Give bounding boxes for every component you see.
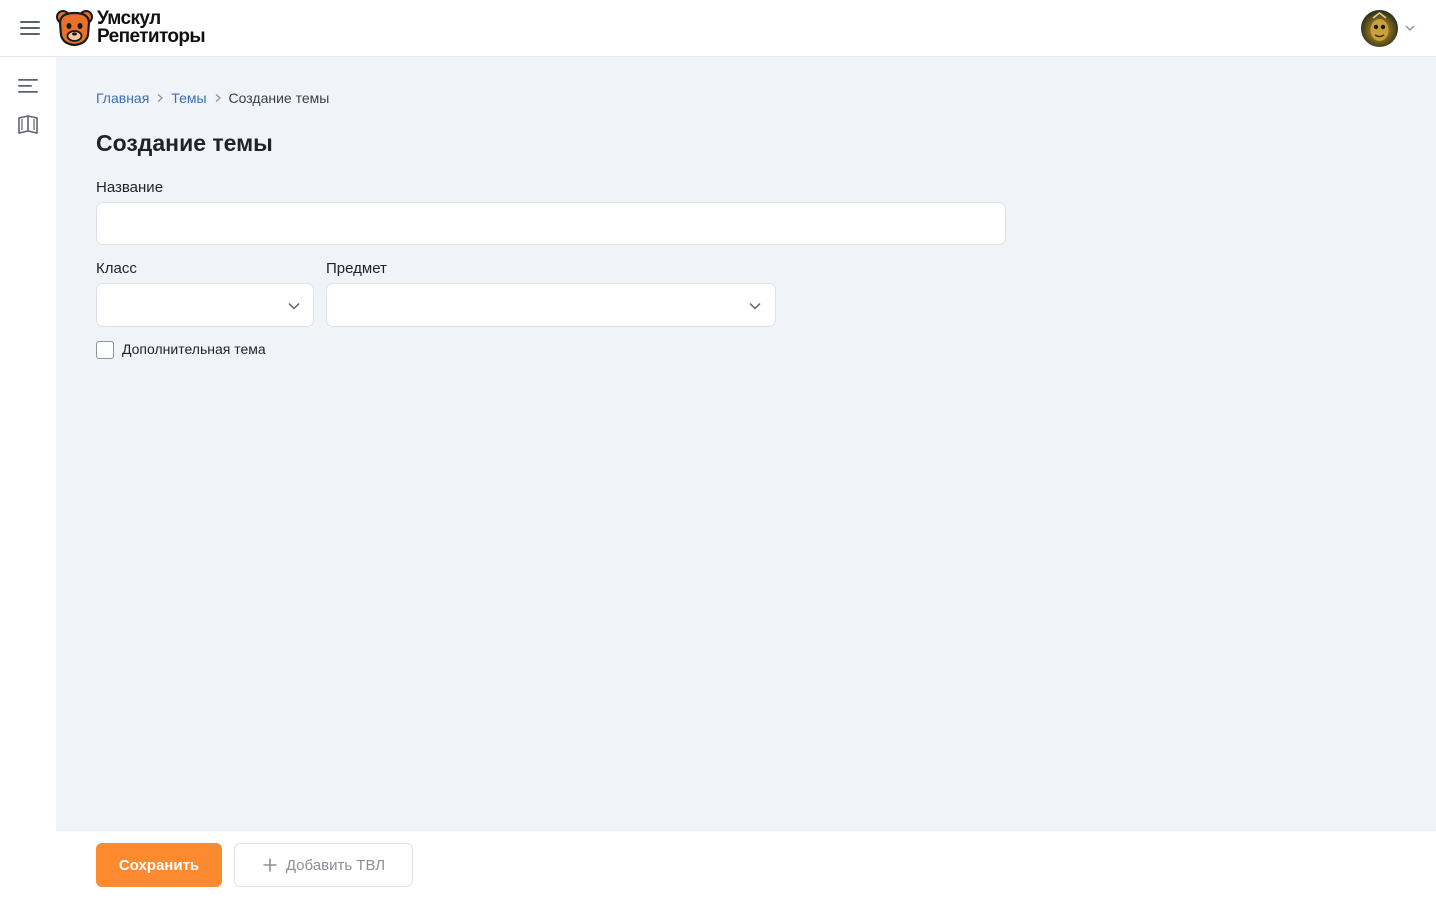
main-content: Главная Темы Создание темы Создание темы…	[56, 57, 1436, 830]
extra-topic-label[interactable]: Дополнительная тема	[122, 341, 266, 357]
user-avatar[interactable]	[1361, 10, 1398, 47]
footer-actions: Сохранить Добавить ТВЛ	[56, 830, 1436, 898]
breadcrumb-current: Создание темы	[228, 90, 330, 106]
add-tvl-label: Добавить ТВЛ	[285, 856, 386, 874]
hamburger-menu-icon[interactable]	[19, 19, 41, 37]
logo-text: Умскул Репетиторы	[97, 9, 206, 47]
name-input[interactable]	[96, 202, 1006, 245]
sidebar	[0, 57, 56, 898]
app-logo[interactable]: Умскул Репетиторы	[56, 9, 206, 47]
chevron-down-icon	[749, 302, 761, 310]
avatar-image	[1370, 12, 1389, 41]
list-icon[interactable]	[17, 75, 39, 97]
save-button[interactable]: Сохранить	[96, 843, 222, 887]
chevron-right-icon	[157, 94, 164, 102]
plus-icon	[263, 858, 277, 872]
extra-topic-checkbox[interactable]	[96, 341, 114, 359]
page-title: Создание темы	[96, 130, 273, 156]
grade-label: Класс	[96, 260, 137, 277]
breadcrumb: Главная Темы Создание темы	[96, 90, 329, 106]
breadcrumb-home[interactable]: Главная	[96, 90, 149, 106]
chevron-right-icon	[215, 94, 221, 102]
grade-select[interactable]	[96, 283, 314, 327]
chevron-down-icon	[288, 302, 300, 310]
subject-label: Предмет	[326, 260, 387, 277]
book-icon[interactable]	[17, 114, 39, 136]
name-label: Название	[96, 179, 164, 196]
logo-line-2: Репетиторы	[97, 26, 206, 47]
breadcrumb-topics[interactable]: Темы	[171, 90, 206, 106]
top-header: Умскул Репетиторы	[0, 0, 1436, 57]
chevron-down-icon[interactable]	[1404, 22, 1416, 34]
bear-logo-icon	[56, 10, 93, 47]
subject-select[interactable]	[326, 283, 776, 327]
add-tvl-button[interactable]: Добавить ТВЛ	[234, 843, 413, 887]
